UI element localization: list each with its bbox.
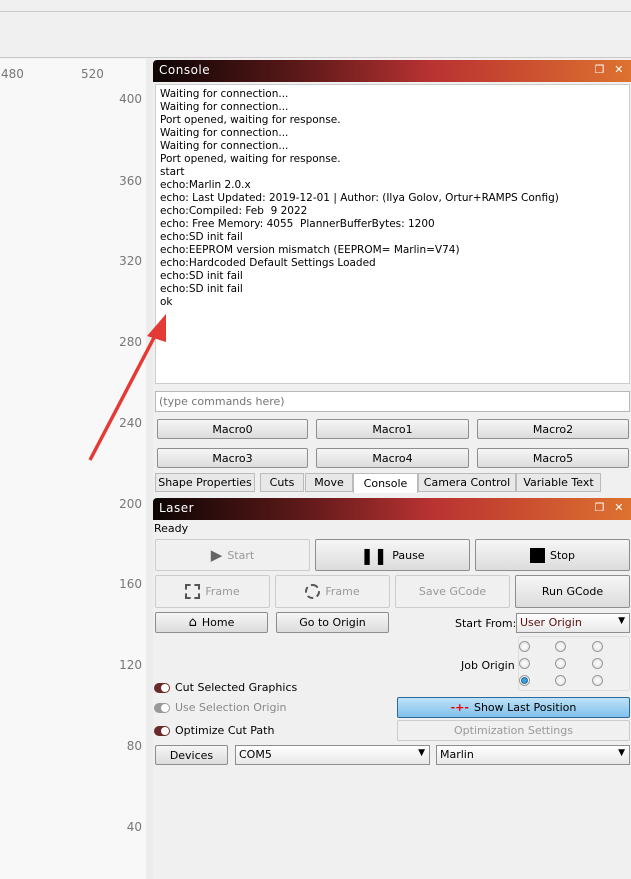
arrow-shaft [88,329,160,461]
annotation-arrow [88,314,166,461]
arrow-head [147,314,166,342]
